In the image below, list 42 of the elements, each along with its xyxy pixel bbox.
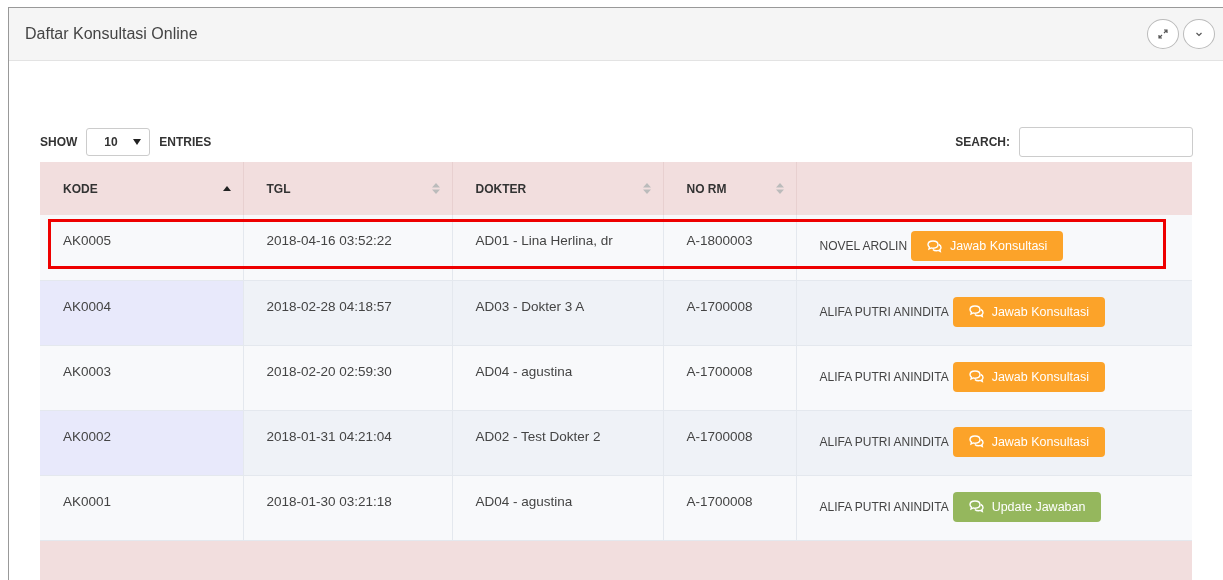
table-cell: 2018-04-16 03:52:22 — [243, 215, 452, 280]
chat-bubbles-icon — [927, 239, 943, 253]
table-cell: AD03 - Dokter 3 A — [452, 280, 663, 345]
table-cell: AD04 - agustina — [452, 475, 663, 540]
dropdown-triangle-icon — [133, 139, 142, 145]
search-field[interactable] — [1019, 127, 1193, 157]
patient-name: ALIFA PUTRI ANINDITA — [819, 304, 949, 319]
patient-name: ALIFA PUTRI ANINDITA — [819, 499, 949, 514]
collapse-button[interactable] — [1183, 19, 1215, 49]
table-cell: AK0004 — [40, 280, 243, 345]
column-header[interactable]: TGL — [243, 162, 452, 215]
table-cell: A-1700008 — [663, 475, 796, 540]
table-cell: AK0003 — [40, 345, 243, 410]
chat-bubbles-icon — [968, 435, 984, 448]
table-cell: 2018-02-20 02:59:30 — [243, 345, 452, 410]
table-cell: AD04 - agustina — [452, 345, 663, 410]
table-cell: 2018-01-31 04:21:04 — [243, 410, 452, 475]
chat-bubbles-icon — [968, 370, 984, 383]
patient-name: ALIFA PUTRI ANINDITA — [819, 369, 949, 384]
chat-bubbles-icon — [968, 500, 984, 513]
entries-label: ENTRIES — [159, 135, 212, 149]
column-header[interactable]: KODE — [40, 162, 243, 215]
column-header[interactable]: NO RM — [663, 162, 796, 215]
panel-title: Daftar Konsultasi Online — [25, 25, 198, 43]
entries-select[interactable]: 10 — [86, 128, 151, 156]
table-cell: AD01 - Lina Herlina, dr — [452, 215, 663, 280]
table-cell: A-1700008 — [663, 410, 796, 475]
table-cell: AK0002 — [40, 410, 243, 475]
patient-name: ALIFA PUTRI ANINDITA — [819, 434, 949, 449]
table-cell: A-1700008 — [663, 345, 796, 410]
show-label: SHOW — [40, 135, 78, 149]
table-cell: 2018-02-28 04:18:57 — [243, 280, 452, 345]
table-cell: A-1700008 — [663, 280, 796, 345]
table-cell: AK0001 — [40, 475, 243, 540]
expand-arrows-icon — [1158, 29, 1168, 39]
table-cell: AD02 - Test Dokter 2 — [452, 410, 663, 475]
chat-bubbles-icon — [968, 305, 984, 318]
patient-name: NOVEL AROLIN — [819, 239, 908, 253]
table-cell: 2018-01-30 03:21:18 — [243, 475, 452, 540]
column-header[interactable]: DOKTER — [452, 162, 663, 215]
search-label: SEARCH: — [955, 135, 1010, 149]
expand-button[interactable] — [1147, 19, 1179, 49]
